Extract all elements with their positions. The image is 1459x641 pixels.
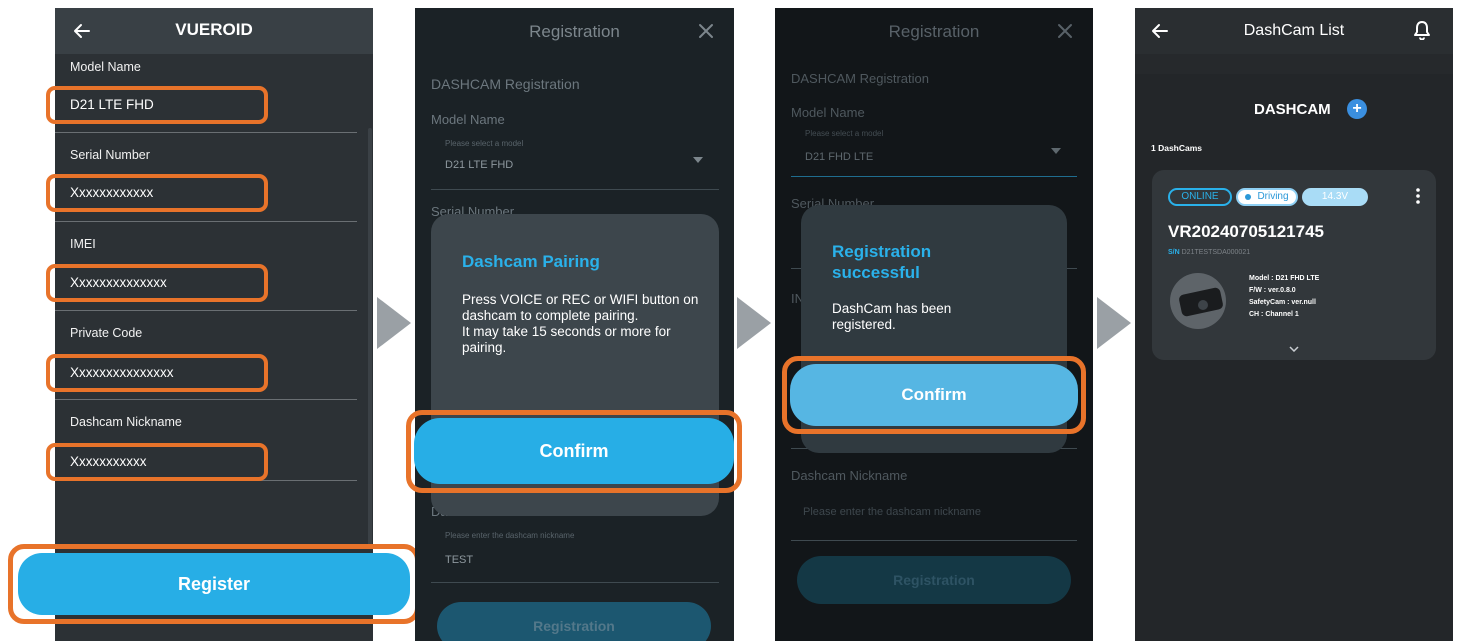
divider: [55, 310, 357, 311]
dashcam-image: [1170, 273, 1226, 329]
app-title: Registration: [529, 22, 620, 41]
app-bar: DashCam List: [1135, 8, 1453, 54]
nickname-hint: Please enter the dashcam nickname: [445, 531, 575, 540]
dialog-title: Registration successful: [832, 242, 932, 282]
dropdown-icon[interactable]: [1051, 148, 1061, 154]
close-icon[interactable]: [1057, 23, 1073, 39]
nickname-value[interactable]: TEST: [445, 554, 473, 566]
close-icon[interactable]: [698, 23, 714, 39]
divider: [55, 132, 357, 133]
model-name-label: Model Name: [70, 60, 141, 74]
section-title: DASHCAM: [1254, 101, 1331, 118]
device-name: VR20240705121745: [1168, 222, 1324, 241]
model-hint: Please select a model: [445, 139, 524, 148]
serial-number: S/N D21TESTSDA000021: [1168, 249, 1250, 256]
app-title: VUEROID: [175, 20, 253, 39]
add-dashcam-button[interactable]: +: [1347, 99, 1367, 119]
sn-value: D21TESTSDA000021: [1181, 249, 1251, 256]
nickname-label: Dashcam Nickname: [791, 468, 908, 483]
screen-dashcam-pairing: Registration DASHCAM Registration Model …: [415, 8, 734, 641]
divider: [55, 399, 357, 400]
spec-firmware: F/W : ver.0.8.0: [1249, 287, 1296, 294]
divider: [431, 582, 719, 583]
status-badge-driving: Driving: [1236, 188, 1298, 206]
model-value[interactable]: D21 FHD LTE: [805, 151, 873, 163]
device-specs: Model : D21 FHD LTE F/W : ver.0.8.0 Safe…: [1249, 273, 1319, 321]
confirm-button[interactable]: Confirm: [790, 364, 1078, 426]
model-name-label: Model Name: [431, 112, 505, 127]
private-code-value: Xxxxxxxxxxxxxxx: [70, 365, 174, 380]
flow-arrow-icon: [377, 297, 411, 349]
driving-label: Driving: [1257, 191, 1289, 202]
app-bar: VUEROID: [55, 8, 373, 54]
more-menu-icon[interactable]: [1416, 188, 1420, 204]
registration-button[interactable]: Registration: [437, 602, 711, 641]
app-bar: Registration: [415, 8, 734, 54]
voltage-badge: 14.3V: [1302, 188, 1368, 206]
divider: [791, 540, 1077, 541]
dialog-title: Dashcam Pairing: [462, 252, 600, 271]
imei-label: IMEI: [70, 237, 96, 251]
sn-prefix: S/N: [1168, 249, 1180, 256]
model-name-label: Model Name: [791, 105, 865, 120]
screen-dashcam-list: DashCam List DASHCAM + 1 DashCams ONLINE…: [1135, 8, 1453, 641]
dashcam-card[interactable]: ONLINE Driving 14.3V VR20240705121745 S/…: [1152, 170, 1436, 360]
divider: [431, 189, 719, 190]
flow-arrow-icon: [737, 297, 771, 349]
app-bar: Registration: [775, 8, 1093, 54]
spec-safetycam: SafetyCam : ver.null: [1249, 299, 1316, 306]
dashcam-nickname-label: Dashcam Nickname: [70, 415, 182, 429]
status-badge-online: ONLINE: [1168, 188, 1232, 206]
screen-registration-success: Registration DASHCAM Registration Model …: [775, 8, 1093, 641]
divider: [791, 176, 1077, 177]
imei-value: Xxxxxxxxxxxxxx: [70, 275, 167, 290]
app-title: Registration: [888, 22, 980, 41]
scrollbar[interactable]: [368, 128, 372, 548]
flow-arrow-icon: [1097, 297, 1131, 349]
spec-model: Model : D21 FHD LTE: [1249, 275, 1320, 282]
serial-number-value: Xxxxxxxxxxxx: [70, 185, 154, 200]
serial-number-field[interactable]: Xxxxxxxxxxxx: [46, 174, 268, 212]
confirm-button[interactable]: Confirm: [414, 418, 734, 484]
dialog-body: Press VOICE or REC or WIFI button on das…: [462, 292, 699, 355]
bell-icon[interactable]: [1413, 20, 1431, 40]
model-hint: Please select a model: [805, 129, 884, 138]
private-code-label: Private Code: [70, 326, 143, 340]
private-code-field[interactable]: Xxxxxxxxxxxxxxx: [46, 354, 268, 392]
register-button[interactable]: Register: [18, 553, 410, 615]
serial-number-label: Serial Number: [70, 148, 150, 162]
section-title: DASHCAM Registration: [791, 71, 929, 86]
model-name-value: D21 LTE FHD: [70, 97, 154, 112]
registration-button[interactable]: Registration: [797, 556, 1071, 604]
dashcam-count: 1 DashCams: [1151, 143, 1203, 153]
dashcam-nickname-field[interactable]: Xxxxxxxxxxx: [46, 443, 268, 481]
model-value[interactable]: D21 LTE FHD: [445, 159, 513, 171]
driving-dot-icon: [1245, 194, 1251, 200]
section-title: DASHCAM Registration: [431, 76, 580, 92]
dashcam-nickname-value: Xxxxxxxxxxx: [70, 454, 147, 469]
divider: [55, 221, 357, 222]
chevron-down-icon[interactable]: [1289, 346, 1299, 352]
spec-channel: CH : Channel 1: [1249, 311, 1299, 318]
camera-lens-icon: [1198, 300, 1208, 310]
nickname-hint[interactable]: Please enter the dashcam nickname: [803, 506, 981, 518]
dialog-body: DashCam has been registered.: [832, 301, 952, 332]
model-name-field[interactable]: D21 LTE FHD: [46, 86, 268, 124]
imei-field[interactable]: Xxxxxxxxxxxxxx: [46, 264, 268, 302]
app-title: DashCam List: [1243, 22, 1345, 39]
dropdown-icon[interactable]: [693, 157, 703, 163]
header-shadow: [1135, 54, 1453, 74]
